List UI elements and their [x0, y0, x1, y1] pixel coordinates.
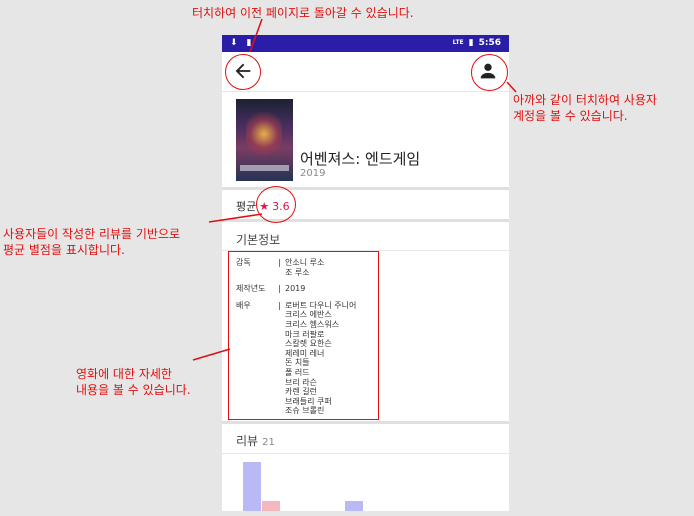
rating-annotation: 사용자들이 작성한 리뷰를 기반으로 평균 별점을 표시합니다. — [3, 227, 181, 257]
account-callout — [471, 54, 508, 91]
details-callout — [228, 251, 379, 420]
rating-callout — [256, 186, 296, 223]
back-callout — [225, 54, 261, 90]
back-annotation: 터치하여 이전 페이지로 돌아갈 수 있습니다. — [192, 6, 414, 20]
details-annotation: 영화에 대한 자세한 내용을 볼 수 있습니다. — [76, 367, 191, 397]
account-annotation: 아까와 같이 터치하여 사용자 계정을 볼 수 있습니다. — [513, 93, 657, 123]
